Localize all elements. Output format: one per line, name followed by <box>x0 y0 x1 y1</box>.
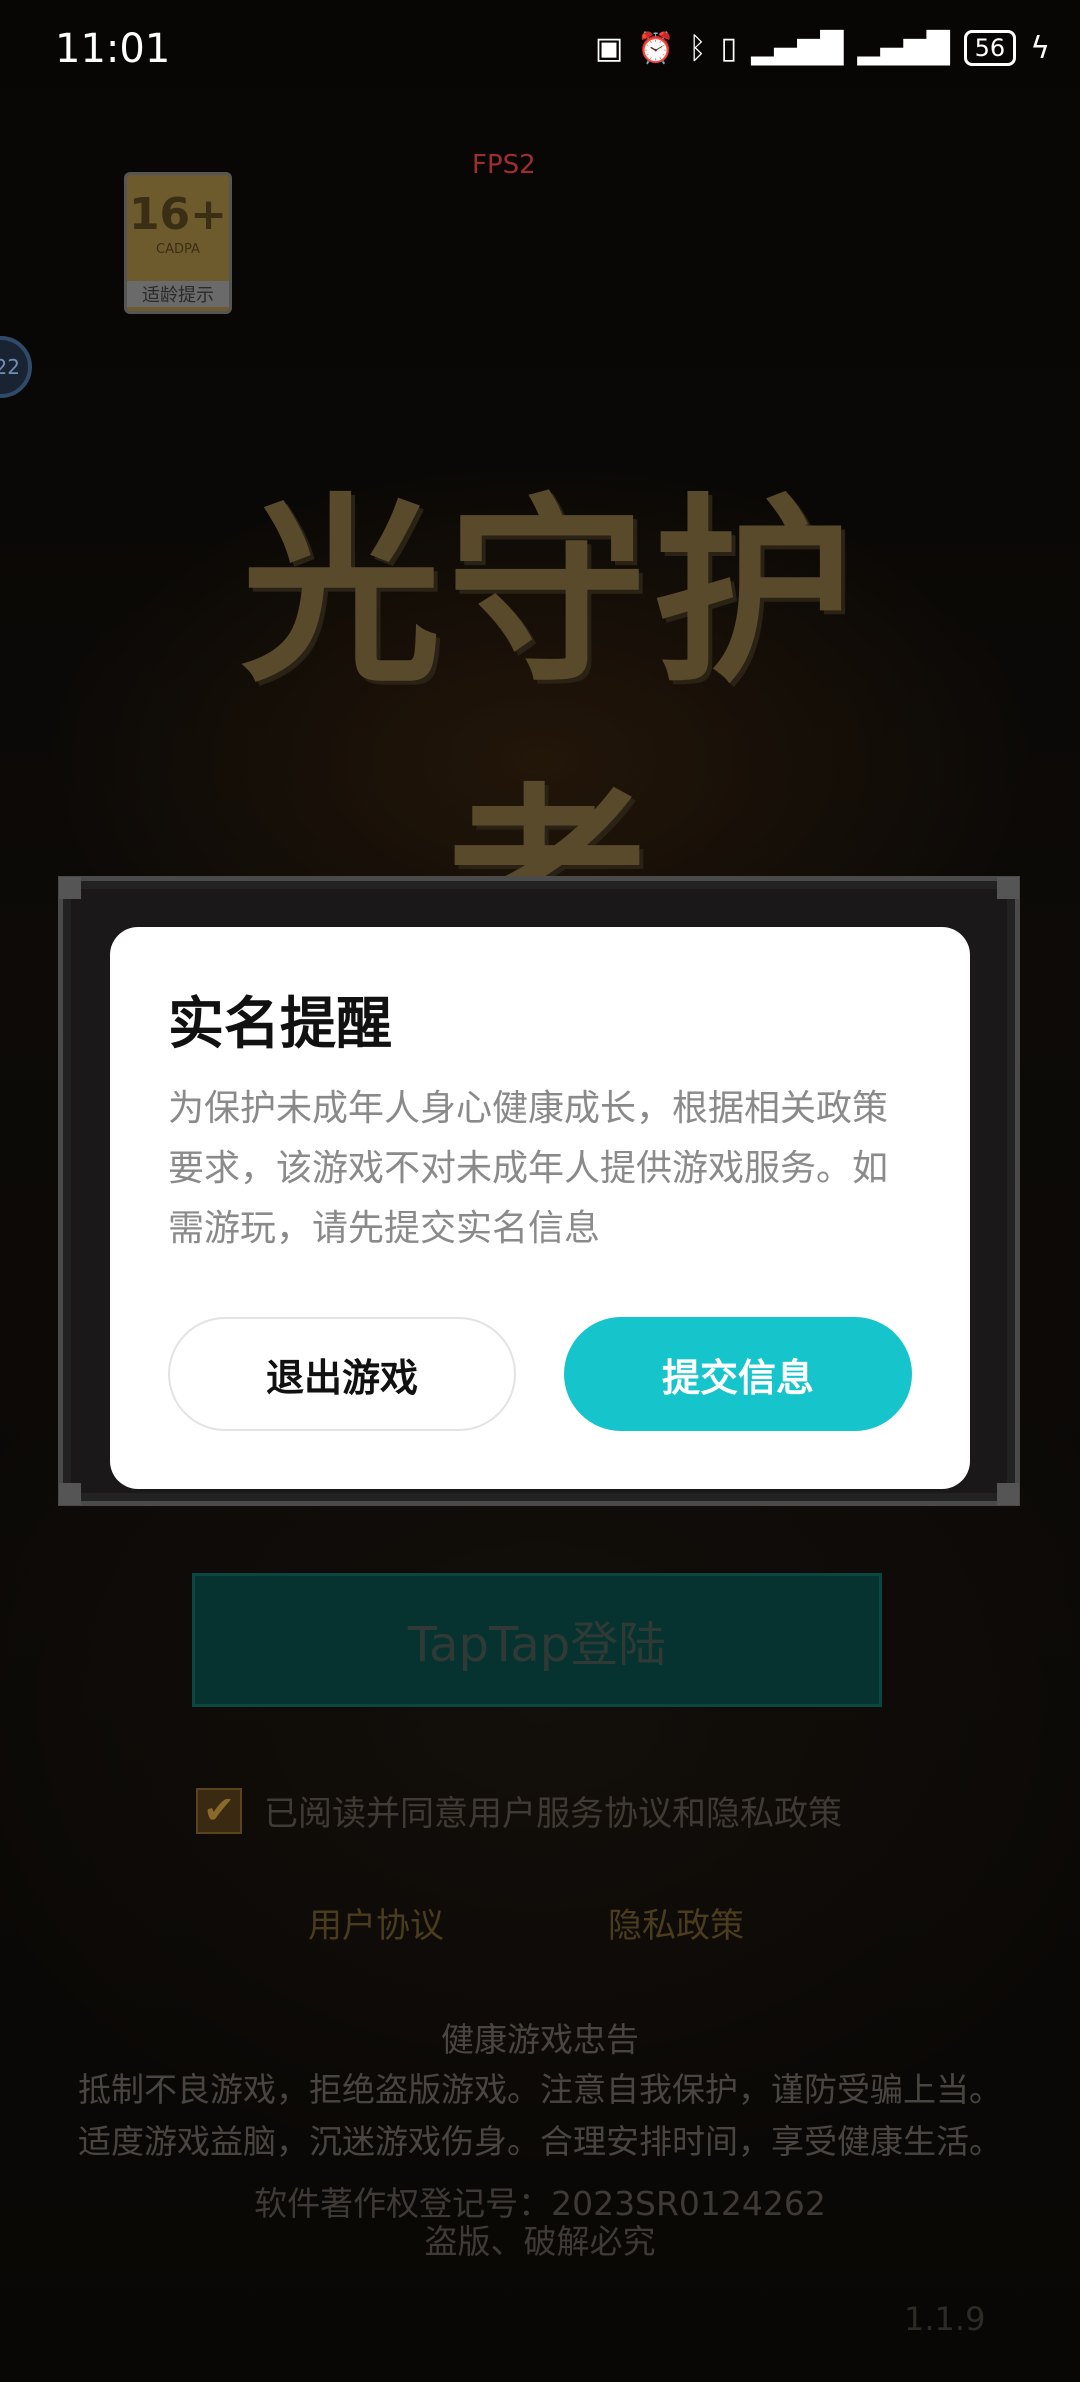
vibrate-icon: ▯ <box>720 30 738 66</box>
frame-corner <box>997 877 1019 899</box>
floating-ball-text: 22 <box>0 355 20 379</box>
signal-4g-icon: ▂▄▆█ <box>857 30 950 66</box>
health-notice-title: 健康游戏忠告 <box>441 2020 639 2059</box>
taptap-login-button[interactable]: TapTap登陆 <box>192 1573 882 1707</box>
nfc-icon: ▣ <box>594 30 624 66</box>
health-notice-line1: 抵制不良游戏，拒绝盗版游戏。注意自我保护，谨防受骗上当。 <box>78 2070 1002 2109</box>
status-time: 11:01 <box>55 26 171 72</box>
status-icons: ▣ ⏰ ᛒ ▯ ▂▄▆█ ▂▄▆█ 56 ϟ <box>595 30 1050 66</box>
charging-icon: ϟ <box>1030 30 1050 66</box>
agreement-text: 已阅读并同意用户服务协议和隐私政策 <box>264 1794 842 1834</box>
signal-4g-icon: ▂▄▆█ <box>751 30 844 66</box>
submit-info-button[interactable]: 提交信息 <box>564 1317 912 1431</box>
age-rating-number: 16+ <box>128 189 228 240</box>
exit-game-button[interactable]: 退出游戏 <box>168 1317 516 1431</box>
piracy-warning: 盗版、破解必究 <box>424 2222 656 2261</box>
bluetooth-icon: ᛒ <box>688 30 707 66</box>
real-name-dialog: 实名提醒 为保护未成年人身心健康成长，根据相关政策要求，该游戏不对未成年人提供游… <box>110 927 970 1489</box>
dialog-message: 为保护未成年人身心健康成长，根据相关政策要求，该游戏不对未成年人提供游戏服务。如… <box>168 1088 889 1249</box>
frame-corner <box>997 1483 1019 1505</box>
dialog-title: 实名提醒 <box>168 992 392 1057</box>
user-agreement-link[interactable]: 用户协议 <box>308 1898 444 1947</box>
dialog-actions: 退出游戏 提交信息 <box>168 1317 912 1431</box>
battery-icon: 56 <box>963 30 1017 66</box>
agreement-row[interactable]: ✔ 已阅读并同意用户服务协议和隐私政策 <box>196 1786 842 1835</box>
age-rating-badge[interactable]: 16+ CADPA 适龄提示 <box>124 172 232 314</box>
version-label: 1.1.9 <box>904 2300 986 2338</box>
frame-corner <box>59 877 81 899</box>
frame-corner <box>59 1483 81 1505</box>
age-rating-label: 适龄提示 <box>127 281 229 307</box>
status-bar: 11:01 ▣ ⏰ ᛒ ▯ ▂▄▆█ ▂▄▆█ 56 ϟ <box>0 0 1080 96</box>
age-rating-org: CADPA <box>156 242 200 257</box>
agreement-checkbox[interactable]: ✔ <box>196 1787 242 1834</box>
fps-counter: FPS2 <box>472 150 536 180</box>
privacy-policy-link[interactable]: 隐私政策 <box>608 1898 744 1947</box>
health-notice-line2: 适度游戏益脑，沉迷游戏伤身。合理安排时间，享受健康生活。 <box>78 2122 1002 2161</box>
alarm-icon: ⏰ <box>637 30 675 66</box>
